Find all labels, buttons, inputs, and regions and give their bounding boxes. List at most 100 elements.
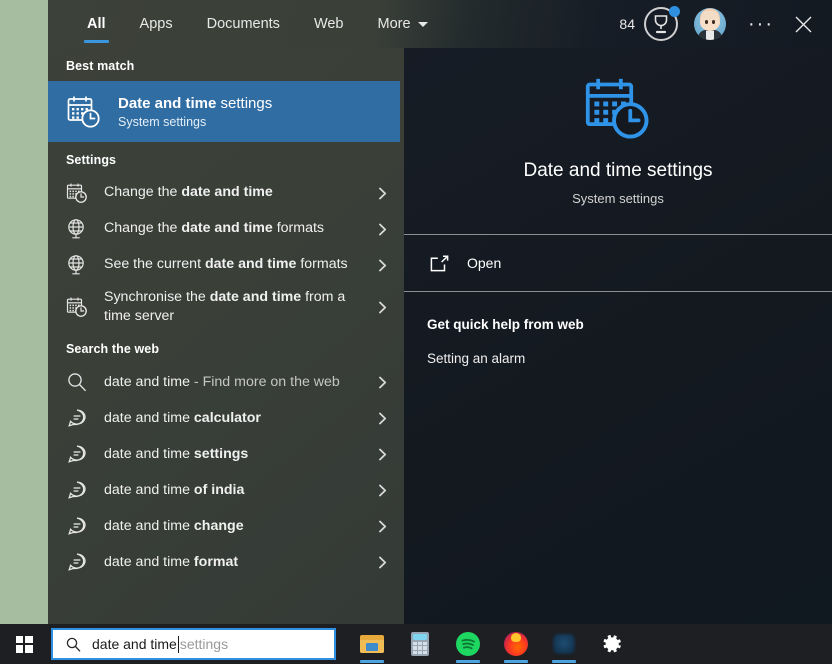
label-completion: change — [194, 518, 244, 534]
dark-app-icon — [551, 631, 577, 657]
chevron-right-icon — [374, 483, 390, 498]
label-match: date and time — [205, 256, 296, 272]
web-result-item[interactable]: date and time calculator — [48, 400, 404, 436]
settings-result-item[interactable]: Change the date and time — [48, 175, 404, 211]
quick-help-links: Setting an alarm — [427, 351, 832, 366]
chevron-right-icon — [374, 555, 390, 570]
tab-apps[interactable]: Apps — [123, 0, 190, 48]
web-result-item[interactable]: date and time format — [48, 544, 404, 580]
spotify-icon — [455, 631, 481, 657]
taskbar-item-settings[interactable] — [588, 624, 636, 664]
speech-bubble-icon — [66, 515, 88, 537]
label-match: date and time — [181, 184, 272, 200]
web-result-item[interactable]: date and time of india — [48, 472, 404, 508]
header-actions: 84 ··· — [619, 1, 832, 47]
preview-pane: Date and time settings System settings O… — [404, 0, 832, 624]
region-globe-icon — [66, 254, 88, 276]
label-query: date and time — [104, 554, 194, 570]
start-button[interactable] — [0, 624, 48, 664]
calendar-clock-icon — [66, 296, 88, 318]
results-pane: Best match — [48, 0, 404, 624]
search-flyout: Best match — [48, 0, 832, 624]
search-text-content: date and timesettings — [92, 636, 228, 653]
label-completion: format — [194, 554, 238, 570]
label-prefix: Synchronise the — [104, 289, 210, 305]
web-heading: Search the web — [48, 331, 404, 364]
file-explorer-icon — [359, 631, 385, 657]
open-action[interactable]: Open — [404, 235, 832, 291]
gear-icon — [599, 631, 625, 657]
search-typed-text: date and time — [92, 636, 177, 652]
taskbar-search-input[interactable]: date and timesettings — [51, 628, 336, 660]
tab-web[interactable]: Web — [297, 0, 361, 48]
web-result-item[interactable]: date and time settings — [48, 436, 404, 472]
web-result-label: date and time - Find more on the web — [104, 373, 358, 392]
chevron-down-icon — [418, 22, 428, 27]
web-result-label: date and time calculator — [104, 409, 358, 428]
label-query: date and time — [104, 374, 190, 390]
text-cursor — [178, 636, 179, 653]
search-icon — [66, 637, 81, 652]
rewards-trophy-icon[interactable] — [644, 7, 678, 41]
web-result-label: date and time of india — [104, 481, 358, 500]
tab-documents[interactable]: Documents — [190, 0, 297, 48]
taskbar-item-calculator[interactable] — [396, 624, 444, 664]
label-query: date and time — [104, 482, 194, 498]
tab-all[interactable]: All — [70, 0, 123, 48]
firefox-icon — [503, 631, 529, 657]
rewards-points: 84 — [619, 16, 635, 32]
search-suggestion-text: settings — [180, 636, 228, 652]
open-label: Open — [467, 255, 501, 271]
label-prefix: Change the — [104, 184, 181, 200]
web-result-label: date and time format — [104, 553, 358, 572]
taskbar: date and timesettings — [0, 624, 832, 664]
web-results-list: date and time - Find more on the webdate… — [48, 364, 404, 580]
settings-heading: Settings — [48, 142, 404, 175]
ellipsis-icon: ··· — [748, 19, 774, 29]
tab-more[interactable]: More — [361, 0, 445, 48]
web-result-item[interactable]: date and time change — [48, 508, 404, 544]
taskbar-item-file-explorer[interactable] — [348, 624, 396, 664]
chevron-right-icon — [374, 258, 390, 273]
search-filter-tabs: All Apps Documents Web More — [48, 0, 445, 48]
taskbar-item-spotify[interactable] — [444, 624, 492, 664]
more-options-button[interactable]: ··· — [740, 1, 782, 47]
calculator-icon — [407, 631, 433, 657]
settings-result-item[interactable]: See the current date and time formats — [48, 247, 404, 283]
tab-label: Web — [314, 16, 344, 32]
tab-label: Apps — [140, 16, 173, 32]
label-suffix: formats — [296, 256, 347, 272]
taskbar-app-buttons — [348, 624, 636, 664]
taskbar-item-firefox[interactable] — [492, 624, 540, 664]
label-query: date and time — [104, 446, 194, 462]
speech-bubble-icon — [66, 443, 88, 465]
calendar-clock-icon — [66, 182, 88, 204]
label-completion: settings — [194, 446, 248, 462]
settings-result-label: See the current date and time formats — [104, 255, 358, 274]
quick-help-link[interactable]: Setting an alarm — [427, 351, 832, 366]
web-result-label: date and time settings — [104, 445, 358, 464]
close-icon — [795, 16, 812, 33]
label-query: date and time — [104, 518, 194, 534]
tab-label: All — [87, 16, 106, 32]
label-hint: - Find more on the web — [190, 374, 340, 390]
chevron-right-icon — [374, 222, 390, 237]
open-external-icon — [430, 255, 449, 272]
label-completion: calculator — [194, 410, 261, 426]
settings-result-label: Change the date and time — [104, 183, 358, 202]
label-suffix: formats — [273, 220, 324, 236]
close-button[interactable] — [782, 1, 824, 47]
label-match: date and time — [181, 220, 272, 236]
preview-title: Date and time settings — [523, 160, 712, 182]
web-result-item[interactable]: date and time - Find more on the web — [48, 364, 404, 400]
taskbar-item-dark-app[interactable] — [540, 624, 588, 664]
settings-result-label: Change the date and time formats — [104, 219, 358, 238]
settings-result-item[interactable]: Change the date and time formats — [48, 211, 404, 247]
label-prefix: Change the — [104, 220, 181, 236]
best-match-title-bold: Date and time — [118, 95, 216, 112]
chevron-right-icon — [374, 411, 390, 426]
best-match-result[interactable]: Date and time settings System settings — [48, 81, 400, 142]
user-avatar[interactable] — [694, 8, 726, 40]
label-prefix: See the current — [104, 256, 205, 272]
settings-result-item[interactable]: Synchronise the date and time from a tim… — [48, 283, 404, 331]
